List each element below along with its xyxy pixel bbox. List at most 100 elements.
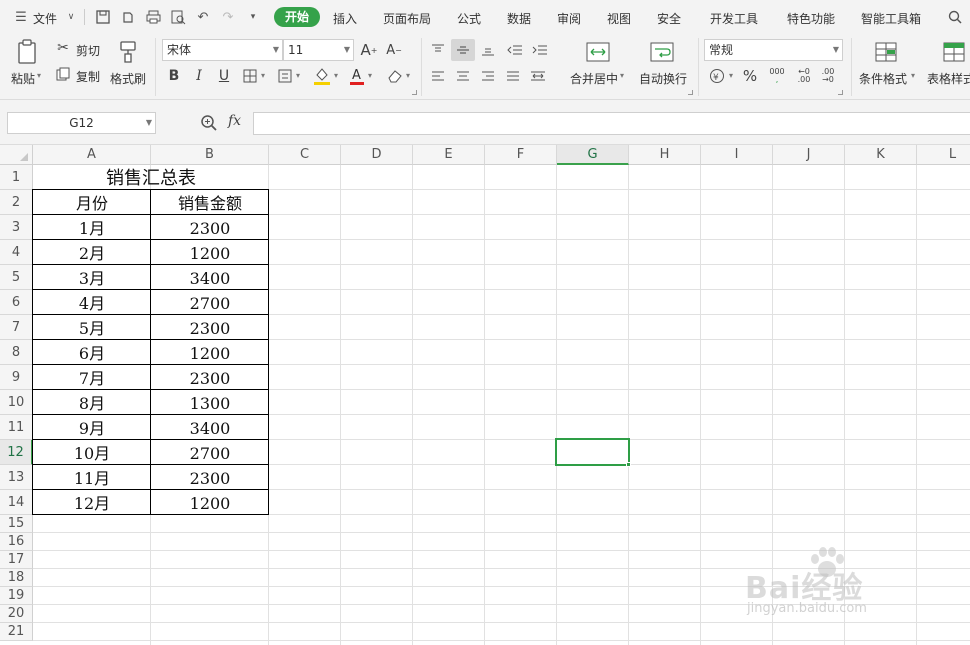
table-cell-month[interactable]: 4月 [33,290,151,315]
eraser-icon[interactable] [386,67,404,85]
percent-icon[interactable]: % [741,67,759,85]
table-cell-month[interactable]: 8月 [33,390,151,415]
fill-pattern-icon[interactable] [277,68,293,84]
row-header-9[interactable]: 9 [0,365,33,390]
increase-decimal-icon[interactable]: ←0.00 [794,67,814,85]
row-header-6[interactable]: 6 [0,290,33,315]
scissors-icon[interactable]: ✂ [55,40,71,56]
align-bottom-icon[interactable] [478,40,498,60]
row-header-19[interactable]: 19 [0,587,33,605]
table-header-sales[interactable]: 销售金额 [151,190,269,215]
currency-icon[interactable]: ¥ [708,67,726,85]
table-cell-month[interactable]: 6月 [33,340,151,365]
font-color-dropdown-icon[interactable]: ▾ [368,71,372,80]
table-cell-sales[interactable]: 2300 [151,215,269,240]
undo-icon[interactable]: ↶ [194,8,212,26]
conditional-format-icon[interactable] [874,40,898,64]
align-right-icon[interactable] [478,66,498,86]
table-cell-sales[interactable]: 2300 [151,315,269,340]
table-style-button[interactable]: 表格样式 [927,70,970,87]
justify-icon[interactable] [503,66,523,86]
wrap-text-icon[interactable] [649,40,675,64]
name-box[interactable]: G12 ▼ [7,112,156,134]
italic-icon[interactable]: I [190,67,208,85]
table-cell-sales[interactable]: 3400 [151,265,269,290]
row-header-2[interactable]: 2 [0,190,33,215]
column-header-f[interactable]: F [485,145,557,165]
table-cell-sales[interactable]: 1300 [151,390,269,415]
copy-icon[interactable] [55,66,71,82]
table-cell-month[interactable]: 12月 [33,490,151,515]
tab-security[interactable]: 安全 [657,10,681,27]
row-header-14[interactable]: 14 [0,490,33,515]
table-cell-month[interactable]: 7月 [33,365,151,390]
currency-dropdown-icon[interactable]: ▾ [729,71,733,80]
table-style-icon[interactable] [942,40,966,64]
table-cell-month[interactable]: 9月 [33,415,151,440]
table-header-month[interactable]: 月份 [33,190,151,215]
tab-page-layout[interactable]: 页面布局 [383,10,431,27]
table-cell-month[interactable]: 2月 [33,240,151,265]
font-dialog-launcher[interactable] [412,90,417,95]
decrease-decimal-icon[interactable]: .00 →0 [818,67,838,85]
select-all-corner[interactable] [0,145,33,165]
row-header-11[interactable]: 11 [0,415,33,440]
hamburger-icon[interactable]: ☰ [12,8,30,26]
row-header-10[interactable]: 10 [0,390,33,415]
row-header-4[interactable]: 4 [0,240,33,265]
font-size-select[interactable]: 11 ▼ [283,39,354,61]
tab-developer[interactable]: 开发工具 [710,10,758,27]
table-cell-month[interactable]: 5月 [33,315,151,340]
increase-font-size-icon[interactable]: A + [360,41,378,59]
print-icon[interactable] [144,8,162,26]
cut-button[interactable]: 剪切 [76,42,100,59]
table-title[interactable]: 销售汇总表 [33,165,269,190]
quick-access-dropdown-icon[interactable]: ▾ [244,8,262,26]
font-name-select[interactable]: 宋体 ▼ [162,39,283,61]
format-painter-icon[interactable] [116,38,140,66]
table-cell-sales[interactable]: 1200 [151,240,269,265]
column-header-d[interactable]: D [341,145,413,165]
paste-button[interactable]: 粘贴 [11,70,35,87]
fill-color-icon[interactable] [313,66,331,86]
row-header-1[interactable]: 1 [0,165,33,190]
table-cell-sales[interactable]: 2700 [151,440,269,465]
tab-review[interactable]: 审阅 [557,10,581,27]
tab-view[interactable]: 视图 [607,10,631,27]
table-cell-month[interactable]: 11月 [33,465,151,490]
table-cell-sales[interactable]: 3400 [151,415,269,440]
number-format-select[interactable]: 常规 ▼ [704,39,843,61]
fill-handle[interactable] [626,462,631,467]
zoom-formula-icon[interactable] [200,114,218,132]
decrease-indent-icon[interactable] [505,40,525,60]
table-cell-month[interactable]: 10月 [33,440,151,465]
tab-special-features[interactable]: 特色功能 [787,10,835,27]
table-cell-month[interactable]: 1月 [33,215,151,240]
active-cell-selection[interactable] [555,438,630,466]
merge-center-button[interactable]: 合并居中 [570,70,618,87]
thousands-separator-icon[interactable]: 000, [767,67,787,85]
font-color-icon[interactable]: A [349,66,365,86]
row-header-18[interactable]: 18 [0,569,33,587]
merge-dropdown-icon[interactable]: ▾ [620,71,624,80]
distributed-align-icon[interactable] [528,66,548,86]
redo-icon[interactable]: ↷ [219,8,237,26]
fill-color-dropdown-icon[interactable]: ▾ [334,71,338,80]
tab-start[interactable]: 开始 [274,7,321,27]
table-cell-sales[interactable]: 1200 [151,340,269,365]
clear-dropdown-icon[interactable]: ▾ [406,71,410,80]
search-icon[interactable] [946,8,964,26]
column-header-i[interactable]: I [701,145,773,165]
column-header-j[interactable]: J [773,145,845,165]
row-header-20[interactable]: 20 [0,605,33,623]
format-painter-button[interactable]: 格式刷 [110,70,146,87]
formula-input[interactable] [253,112,970,135]
decrease-font-size-icon[interactable]: A − [385,41,403,59]
column-header-g[interactable]: G [557,145,629,165]
tab-smart-toolbox[interactable]: 智能工具箱 [861,10,921,27]
export-icon[interactable] [119,8,137,26]
wrap-text-button[interactable]: 自动换行 [639,70,687,87]
merge-center-icon[interactable] [585,40,611,64]
alignment-dialog-launcher[interactable] [688,90,693,95]
borders-icon[interactable] [242,68,258,84]
